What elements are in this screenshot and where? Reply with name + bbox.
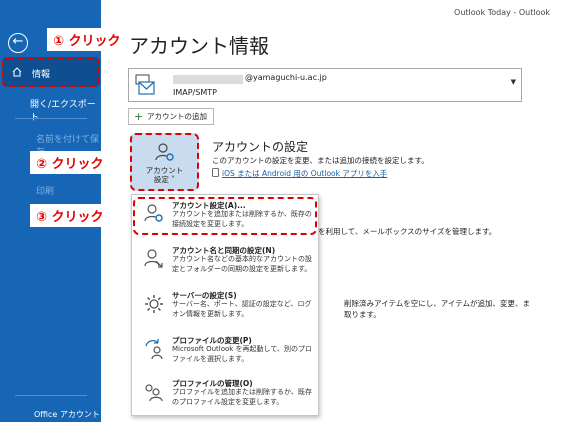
window-title: Outlook Today - Outlook bbox=[454, 8, 550, 17]
sidebar-item-print[interactable]: 印刷 bbox=[36, 184, 54, 197]
account-type: IMAP/SMTP bbox=[173, 88, 217, 97]
account-sync-icon bbox=[144, 249, 163, 268]
step3-callout: ③ クリック bbox=[30, 204, 110, 227]
account-settings-label-2: 設定 ˅ bbox=[153, 175, 176, 184]
sidebar-divider bbox=[15, 395, 87, 396]
sidebar-item-open-export[interactable]: 開く/エクスポート bbox=[30, 97, 101, 123]
step1-callout: ① クリック bbox=[47, 28, 127, 51]
account-settings-button[interactable]: アカウント 設定 ˅ bbox=[130, 133, 199, 191]
rules-alerts-line1: 削除済みアイテムを空にし、アイテムが追加、変更、ま bbox=[344, 299, 530, 308]
page-title: アカウント情報 bbox=[129, 34, 269, 58]
menu-item-description: プロファイルを追加または削除するか、既存のプロファイル設定を変更します。 bbox=[172, 388, 312, 406]
rules-alerts-line2: 取ります。 bbox=[344, 310, 381, 319]
sidebar-item-info[interactable]: 情報 bbox=[2, 57, 100, 87]
menu-item-account-settings[interactable]: アカウント設定(A)... アカウントを追加または削除するか、既存の接続設定を変… bbox=[132, 197, 318, 237]
sidebar-item-office-account[interactable]: Office アカウント bbox=[34, 409, 100, 420]
menu-item-description: サーバー名、ポート、認証の設定など、ログオン情報を更新します。 bbox=[172, 300, 312, 318]
menu-item-manage-profiles[interactable]: プロファイルの管理(O) プロファイルを追加または削除するか、既存のプロファイル… bbox=[132, 375, 318, 415]
rules-alerts-text: 削除済みアイテムを空にし、アイテムが追加、変更、ま 取ります。 bbox=[344, 298, 530, 320]
plus-icon: + bbox=[134, 110, 144, 123]
section-description: このアカウントの設定を変更、または追加の接続を設定します。 bbox=[212, 156, 429, 165]
gear-icon bbox=[145, 295, 163, 313]
profile-switch-icon bbox=[145, 339, 163, 360]
menu-item-description: Microsoft Outlook を再起動して、別のプロファイルを選択します。 bbox=[172, 345, 313, 363]
menu-item-name-sync-settings[interactable]: アカウント名と同期の設定(N) アカウント名などの基本的なアカウントの設定とフォ… bbox=[132, 242, 318, 282]
step2-callout: ② クリック bbox=[30, 151, 110, 174]
sidebar-divider bbox=[15, 118, 87, 119]
redacted-username bbox=[173, 75, 243, 84]
account-settings-icon bbox=[144, 204, 163, 222]
back-arrow-icon[interactable]: ← bbox=[8, 33, 28, 53]
section-title: アカウントの設定 bbox=[212, 140, 309, 154]
mail-account-icon bbox=[135, 74, 155, 95]
phone-icon bbox=[212, 168, 219, 177]
account-selector[interactable]: @yamaguchi-u.ac.jp IMAP/SMTP ▼ bbox=[128, 68, 522, 102]
menu-item-description: アカウントを追加または削除するか、既存の接続設定を変更します。 bbox=[172, 210, 312, 228]
home-icon bbox=[12, 67, 22, 77]
menu-item-change-profile[interactable]: プロファイルの変更(P) Microsoft Outlook を再起動して、別の… bbox=[132, 332, 318, 372]
add-account-label: アカウントの追加 bbox=[147, 112, 207, 121]
account-settings-icon bbox=[154, 143, 174, 161]
sidebar-item-label: 情報 bbox=[32, 70, 51, 80]
profile-manage-icon bbox=[145, 384, 163, 402]
account-settings-menu: アカウント設定(A)... アカウントを追加または削除するか、既存の接続設定を変… bbox=[131, 194, 319, 416]
chevron-down-icon: ▼ bbox=[510, 78, 516, 86]
account-email: @yamaguchi-u.ac.jp bbox=[245, 73, 327, 82]
mailbox-cleanup-text: を利用して、メールボックスのサイズを管理します。 bbox=[318, 227, 497, 236]
menu-item-description: アカウント名などの基本的なアカウントの設定とフォルダーの同期の設定を更新します。 bbox=[172, 255, 312, 273]
menu-item-server-settings[interactable]: サーバーの設定(S) サーバー名、ポート、認証の設定など、ログオン情報を更新しま… bbox=[132, 287, 318, 327]
account-settings-label-1: アカウント bbox=[145, 166, 184, 175]
mobile-app-link[interactable]: iOS または Android 用の Outlook アプリを入手 bbox=[222, 168, 387, 179]
add-account-button[interactable]: + アカウントの追加 bbox=[128, 108, 214, 125]
